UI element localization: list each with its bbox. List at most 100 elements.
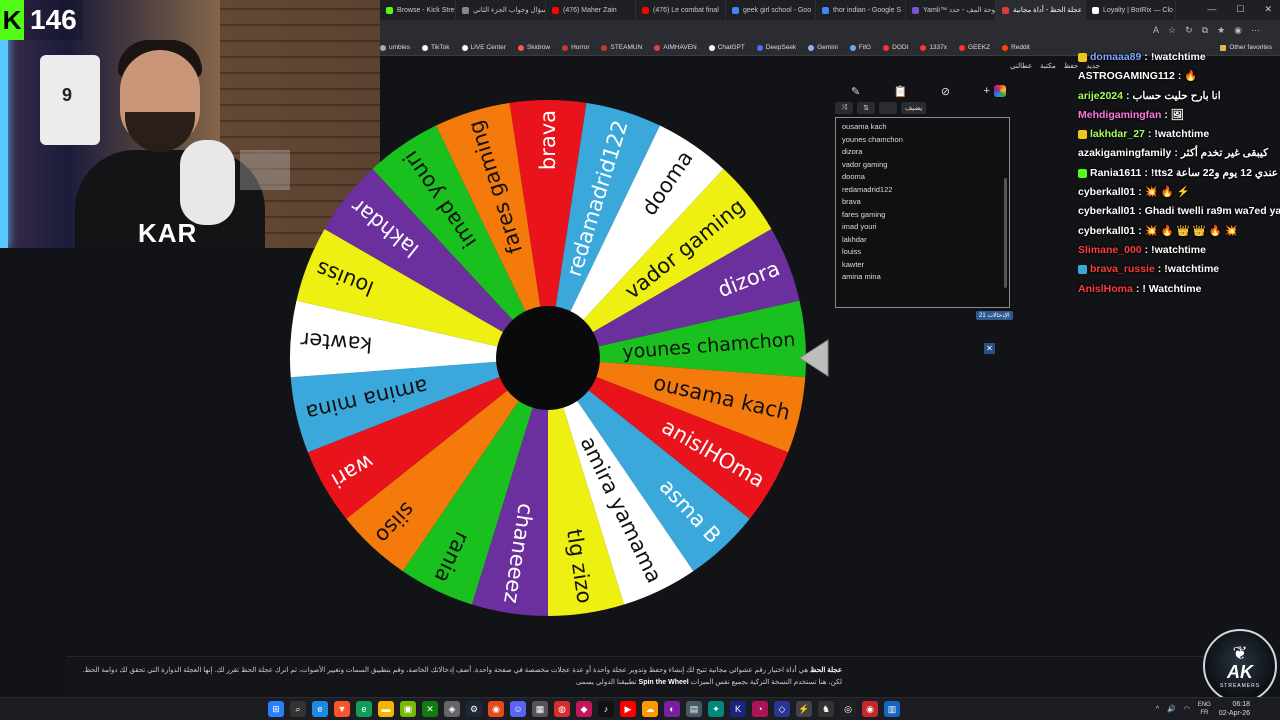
chat-username[interactable]: ASTROGAMING112 <box>1078 67 1175 86</box>
app6-icon[interactable]: ◐ <box>664 701 680 717</box>
entries-scrollbar[interactable] <box>1004 178 1007 288</box>
bookmark-item[interactable]: TikTok <box>421 44 450 51</box>
browser-tab[interactable]: (476) Le combat final <box>636 0 726 20</box>
add-icon[interactable]: + <box>984 85 990 97</box>
clipboard-icon[interactable]: 📋 <box>894 85 908 98</box>
chat-username[interactable]: Rania1611 <box>1090 164 1141 183</box>
chrome-icon[interactable]: ◉ <box>862 701 878 717</box>
add-image-button[interactable]: يضيف <box>901 102 927 114</box>
chat-username[interactable]: cyberkall01 <box>1078 202 1135 221</box>
bookmark-item[interactable]: DODI <box>883 44 908 51</box>
bookmark-item[interactable]: DeepSeek <box>756 44 796 51</box>
entries-textarea[interactable]: ousama kach younes chamchon dizora vador ga… <box>835 117 1010 308</box>
wheel-svg[interactable]: brava redamadrid122 doomavador gamingdizor… <box>288 98 808 618</box>
app11-icon[interactable]: ⚡ <box>796 701 812 717</box>
app13-icon[interactable]: ▥ <box>884 701 900 717</box>
search-icon[interactable]: ⌕ <box>290 701 306 717</box>
nvidia-icon[interactable]: ▣ <box>400 701 416 717</box>
chat-username[interactable]: lakhdar_27 <box>1090 125 1145 144</box>
obs-icon[interactable]: ◎ <box>840 701 856 717</box>
site-nav-item[interactable]: مكتبة <box>1040 62 1056 76</box>
favorites-icon[interactable]: ★ <box>1217 25 1225 36</box>
app7-icon[interactable]: ▤ <box>686 701 702 717</box>
volume-icon[interactable]: 🔊 <box>1167 705 1176 713</box>
favorite-star-icon[interactable]: ☆ <box>1168 25 1176 36</box>
browser-tab[interactable]: (476) Maher Zain <box>546 0 636 20</box>
app-icon[interactable]: ◈ <box>444 701 460 717</box>
theme-color-icon[interactable] <box>993 85 1006 97</box>
shuffle-button[interactable]: ⤨ <box>835 102 853 114</box>
bookmark-item[interactable]: FitG <box>849 44 871 51</box>
site-nav-item[interactable]: عطالني <box>1010 62 1032 76</box>
close-window-button[interactable]: ✕ <box>1264 4 1272 15</box>
bookmark-item[interactable]: Gemini <box>808 44 838 51</box>
chat-username[interactable]: AnislHoma <box>1078 280 1133 299</box>
bookmark-item[interactable]: ChatGPT <box>708 44 745 51</box>
sort-button[interactable]: ⇅ <box>857 102 875 114</box>
browser-tab[interactable]: عجلة الحظ - أداة مجانية <box>996 0 1086 20</box>
brave-icon[interactable]: ▼ <box>334 701 350 717</box>
extensions-icon[interactable]: ⧉ <box>1202 25 1208 36</box>
bookmark-item[interactable]: 1337x <box>920 44 947 51</box>
bookmark-item[interactable]: AIMHAVEN <box>654 44 697 51</box>
bookmark-label: umbles <box>389 44 410 51</box>
read-aloud-icon[interactable]: A <box>1153 25 1159 35</box>
chat-username[interactable]: Slimane_000 <box>1078 241 1142 260</box>
bookmark-item[interactable]: GEEKZ <box>959 44 990 51</box>
kick-icon[interactable]: K <box>730 701 746 717</box>
start-icon[interactable]: ⊞ <box>268 701 284 717</box>
browser-tab[interactable]: Yamli™ لوحة المف - حدد <box>906 0 996 20</box>
wheel-hub[interactable] <box>496 306 600 410</box>
folder-icon[interactable]: ▬ <box>378 701 394 717</box>
edge-icon[interactable]: e <box>312 701 328 717</box>
bookmark-item[interactable]: LIVE Center <box>461 44 506 51</box>
bookmark-item[interactable]: Reddit <box>1002 44 1030 51</box>
bookmark-item[interactable]: STEAMUN <box>601 44 642 51</box>
profile-icon[interactable]: ◉ <box>1234 25 1242 36</box>
blank-button[interactable] <box>879 102 897 114</box>
browser-tab[interactable]: thor indian - Google S <box>816 0 906 20</box>
chevron-up-icon[interactable]: ^ <box>1156 706 1159 713</box>
browser-tab[interactable]: Browse - Kick Streamin <box>380 0 456 20</box>
app2-icon[interactable]: ◉ <box>488 701 504 717</box>
edge2-icon[interactable]: e <box>356 701 372 717</box>
browser-tab[interactable]: Loyalty | BotRix — Clo <box>1086 0 1176 20</box>
bookmark-item[interactable]: umbles <box>380 44 410 51</box>
close-ad-button[interactable]: ✕ <box>984 343 995 354</box>
app3-icon[interactable]: ▦ <box>532 701 548 717</box>
tiktok-icon[interactable]: ♪ <box>598 701 614 717</box>
discord-icon[interactable]: ☺ <box>510 701 526 717</box>
more-menu-icon[interactable]: ⋯ <box>1251 25 1260 36</box>
hide-icon[interactable]: ⊘ <box>941 85 950 98</box>
chat-username[interactable]: arije2024 <box>1078 87 1123 106</box>
spin-wheel[interactable]: brava redamadrid122 dooma vador gaming dizor… <box>288 98 808 618</box>
wifi-icon[interactable]: ◠ <box>1184 705 1190 713</box>
chat-username[interactable]: brava_russie <box>1090 260 1155 279</box>
app8-icon[interactable]: ✦ <box>708 701 724 717</box>
browser-tab[interactable]: geek girl school - Goo <box>726 0 816 20</box>
app9-icon[interactable]: ◔ <box>752 701 768 717</box>
bookmark-icon <box>959 44 966 51</box>
app5-icon[interactable]: ◆ <box>576 701 592 717</box>
minimize-button[interactable]: — <box>1207 4 1216 15</box>
youtube-icon[interactable]: ▶ <box>620 701 636 717</box>
app4-icon[interactable]: ◍ <box>554 701 570 717</box>
app10-icon[interactable]: ◇ <box>774 701 790 717</box>
refresh-icon[interactable]: ↻ <box>1185 25 1193 36</box>
cloud-icon[interactable]: ☁ <box>642 701 658 717</box>
chat-username[interactable]: Mehdigamingfan <box>1078 106 1161 125</box>
chat-username[interactable]: domaaa89 <box>1090 48 1141 67</box>
bookmark-item[interactable]: Horror <box>562 44 589 51</box>
chat-username[interactable]: cyberkall01 <box>1078 183 1135 202</box>
clock[interactable]: 06:18 02-Apr-26 <box>1219 700 1250 718</box>
edit-icon[interactable]: ✎ <box>851 85 860 98</box>
xbox-icon[interactable]: ✕ <box>422 701 438 717</box>
language-indicator[interactable]: ENG FR <box>1198 701 1211 717</box>
maximize-button[interactable]: ☐ <box>1236 4 1244 15</box>
app12-icon[interactable]: ♞ <box>818 701 834 717</box>
browser-tab[interactable]: سؤال وجواب الجزء الثاني <box>456 0 546 20</box>
chat-username[interactable]: azakigamingfamily <box>1078 144 1171 163</box>
bookmark-item[interactable]: Skidrow <box>517 44 550 51</box>
steam-icon[interactable]: ⚙ <box>466 701 482 717</box>
chat-username[interactable]: cyberkall01 <box>1078 222 1135 241</box>
